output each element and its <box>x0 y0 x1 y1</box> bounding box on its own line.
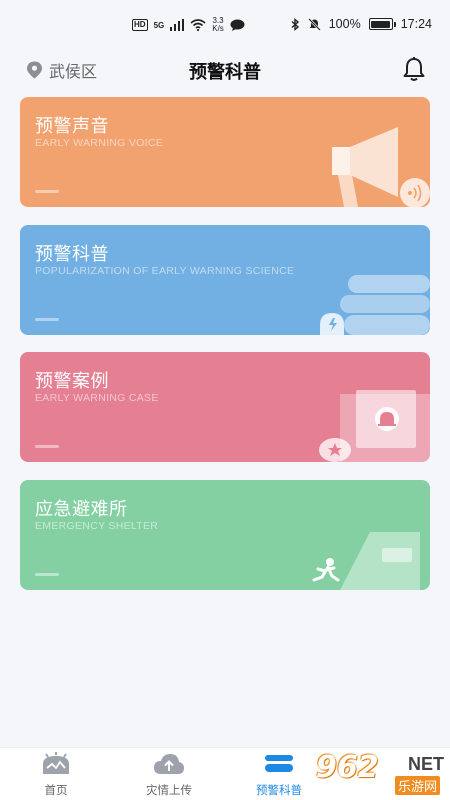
chat-icon <box>230 19 245 31</box>
card-subtitle: EARLY WARNING VOICE <box>35 137 164 149</box>
books-alarm-icon <box>320 275 430 335</box>
signal-icon <box>170 19 185 31</box>
hd-badge: HD <box>132 19 148 31</box>
card-title: 应急避难所 <box>35 499 128 520</box>
card-title: 预警案例 <box>35 371 109 392</box>
card-warning-voice[interactable]: 预警声音 EARLY WARNING VOICE <box>20 97 430 207</box>
card-emergency-shelter[interactable]: 应急避难所 EMERGENCY SHELTER <box>20 480 430 590</box>
watermark-logo: 962 NET 乐游网 <box>306 750 446 798</box>
nav-home[interactable]: 首页 <box>11 752 101 798</box>
card-title: 预警科普 <box>35 244 109 265</box>
network-type: 5G <box>153 20 165 30</box>
case-folder-icon <box>319 390 430 462</box>
battery-icon <box>368 18 396 30</box>
megaphone-icon <box>332 127 430 207</box>
page-title: 预警科普 <box>189 62 261 83</box>
header: 武侯区 预警科普 <box>0 52 450 92</box>
card-subtitle: POPULARIZATION OF EARLY WARNING SCIENCE <box>35 265 295 277</box>
card-title: 预警声音 <box>35 116 109 137</box>
nav-upload-label: 灾情上传 <box>146 783 192 797</box>
watermark-net: NET <box>408 754 444 774</box>
card-divider <box>35 573 59 576</box>
science-icon <box>265 755 293 772</box>
card-warning-science[interactable]: 预警科普 POPULARIZATION OF EARLY WARNING SCI… <box>20 225 430 335</box>
home-icon <box>43 752 69 774</box>
card-divider <box>35 318 59 321</box>
bluetooth-icon <box>291 17 299 31</box>
card-subtitle: EMERGENCY SHELTER <box>35 520 159 532</box>
tent-runner-icon <box>312 532 420 590</box>
watermark-number: 962 <box>316 750 379 785</box>
nav-home-label: 首页 <box>44 783 68 797</box>
net-speed: 3.3 K/s <box>212 16 224 33</box>
bell-icon <box>403 57 425 81</box>
status-bar: HD 5G 3.3 K/s 100% 17:24 <box>0 0 450 52</box>
card-warning-case[interactable]: 预警案例 EARLY WARNING CASE <box>20 352 430 462</box>
card-divider <box>35 445 59 448</box>
wifi-icon <box>190 19 206 31</box>
nav-disaster-upload[interactable]: 灾情上传 <box>124 752 214 798</box>
cloud-upload-icon <box>154 754 184 774</box>
mute-icon <box>307 17 321 31</box>
watermark-name: 乐游网 <box>394 776 440 795</box>
notification-button[interactable] <box>402 56 426 86</box>
card-subtitle: EARLY WARNING CASE <box>35 392 159 404</box>
card-divider <box>35 190 59 193</box>
battery-percent: 100% <box>328 17 361 31</box>
clock: 17:24 <box>400 17 432 31</box>
